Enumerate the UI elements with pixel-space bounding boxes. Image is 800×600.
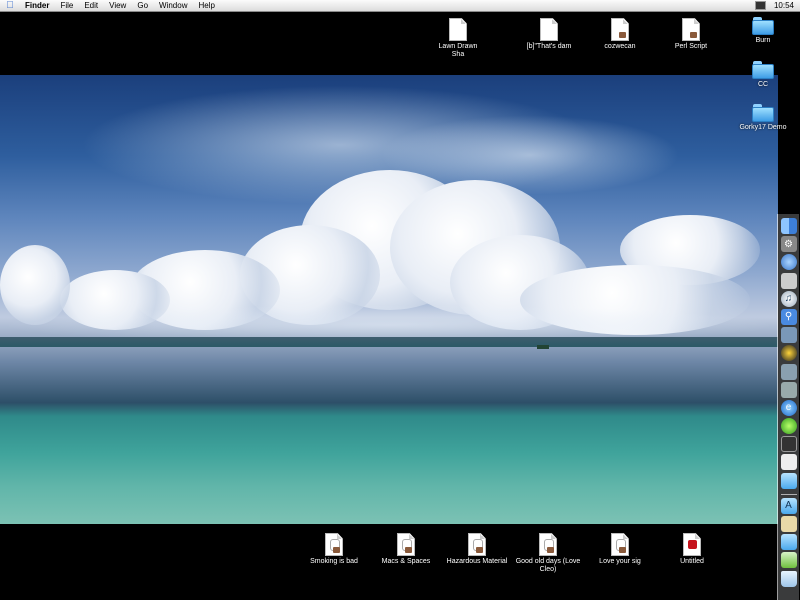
- preview-icon[interactable]: [780, 327, 797, 344]
- desktop-folder-burn[interactable]: Burn: [727, 17, 799, 45]
- desktop-item-label: Good old days (Love Cleo): [515, 558, 581, 573]
- desktop-item-label: Macs & Spaces: [381, 558, 431, 565]
- desktop-item-label: Smoking is bad: [310, 558, 358, 565]
- menu-view[interactable]: View: [109, 0, 126, 11]
- desktop-item-perl-script[interactable]: Perl Script: [655, 18, 727, 51]
- menu-file[interactable]: File: [60, 0, 73, 11]
- script-document-icon: [611, 18, 629, 41]
- desktop-item-good-old-days[interactable]: Good old days (Love Cleo): [512, 533, 584, 574]
- limewire-icon[interactable]: [780, 418, 797, 435]
- address-book-icon[interactable]: [780, 381, 797, 398]
- monitor-icon[interactable]: [754, 1, 766, 10]
- desktop-item-thats-dam[interactable]: [b]"That's dam: [513, 18, 585, 51]
- desktop-item-hazardous-material[interactable]: Hazardous Material: [441, 533, 513, 566]
- mail-icon[interactable]: [780, 254, 797, 271]
- desktop-item-label: Untitled: [680, 558, 704, 565]
- folder-icon: [752, 61, 774, 79]
- clipping-document-icon: [539, 533, 557, 556]
- finder-icon[interactable]: [780, 218, 797, 234]
- desktop-item-untitled[interactable]: Untitled: [656, 533, 728, 566]
- desktop-item-label: CC: [757, 81, 769, 88]
- desktop-item-label: Burn: [755, 37, 771, 44]
- pdf-document-icon: [683, 533, 701, 556]
- folder-icon[interactable]: [780, 534, 797, 551]
- dock-separator: [780, 493, 797, 495]
- desktop-item-label: cozwecan: [604, 43, 636, 50]
- terminal-icon[interactable]: [780, 436, 797, 453]
- internet-explorer-icon[interactable]: e: [780, 399, 797, 416]
- menu-bar:  Finder File Edit View Go Window Help 1…: [0, 0, 800, 12]
- desktop-item-cozwecan[interactable]: cozwecan: [584, 18, 656, 51]
- boat: [537, 345, 549, 349]
- menu-edit[interactable]: Edit: [84, 0, 98, 11]
- menu-window[interactable]: Window: [159, 0, 187, 11]
- menu-finder[interactable]: Finder: [25, 0, 49, 11]
- clipping-document-icon: [468, 533, 486, 556]
- clipping-document-icon: [325, 533, 343, 556]
- desktop-item-smoking-is-bad[interactable]: Smoking is bad: [298, 533, 370, 566]
- script-document-icon: [682, 18, 700, 41]
- desktop-wallpaper: [0, 75, 778, 524]
- desktop-folder-cc[interactable]: CC: [727, 61, 799, 89]
- clipping-icon[interactable]: [780, 552, 797, 569]
- quicktime-icon[interactable]: [780, 345, 797, 362]
- menu-go[interactable]: Go: [137, 0, 148, 11]
- dock: ⚙ ♫ ⚲ e A: [777, 214, 799, 600]
- desktop-item-label: Hazardous Material: [446, 558, 508, 565]
- desktop-item-love-your-sig[interactable]: Love your sig: [584, 533, 656, 566]
- menu-help[interactable]: Help: [198, 0, 214, 11]
- system-preferences-icon[interactable]: ⚙: [780, 236, 797, 253]
- folder-icon: [752, 104, 774, 122]
- trash-icon[interactable]: [780, 570, 797, 587]
- itunes-icon[interactable]: ♫: [780, 290, 797, 307]
- folder-icon[interactable]: [780, 472, 797, 489]
- clipping-document-icon: [397, 533, 415, 556]
- desktop-item-lawn-drawn[interactable]: Lawn Drawn Sha: [438, 18, 478, 59]
- text-document-icon: [449, 18, 467, 41]
- applications-icon[interactable]: A: [780, 497, 797, 514]
- desktop-item-macs-spaces[interactable]: Macs & Spaces: [370, 533, 442, 566]
- stickies-icon[interactable]: [780, 454, 797, 471]
- apple-icon[interactable]: : [5, 0, 15, 11]
- desktop-folder-gorky17-demo[interactable]: Gorky17 Demo: [727, 104, 799, 132]
- desktop-item-label: [b]"That's dam: [526, 43, 572, 50]
- photo-icon[interactable]: [780, 363, 797, 380]
- folder-icon: [752, 17, 774, 35]
- sherlock-icon[interactable]: ⚲: [780, 308, 797, 325]
- text-document-icon: [540, 18, 558, 41]
- text-edit-icon[interactable]: [780, 272, 797, 289]
- desktop-item-label: Gorky17 Demo: [739, 124, 787, 131]
- documents-icon[interactable]: [780, 516, 797, 532]
- menu-clock[interactable]: 10:54: [774, 1, 794, 10]
- clipping-document-icon: [611, 533, 629, 556]
- desktop-item-label: Perl Script: [674, 43, 708, 50]
- desktop-item-label: Love your sig: [599, 558, 641, 565]
- desktop-item-label: Lawn Drawn Sha: [438, 43, 478, 58]
